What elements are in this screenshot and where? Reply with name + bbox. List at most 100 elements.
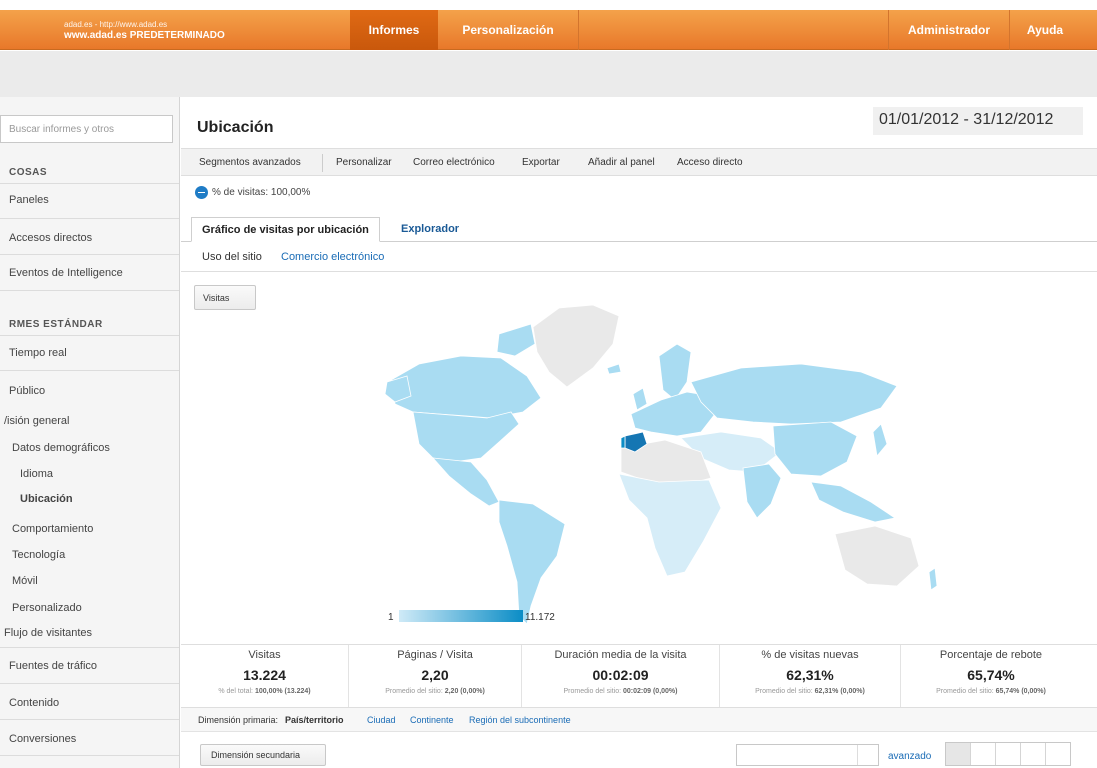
metric-duracion[interactable]: Duración media de la visita 00:02:09 Pro…	[522, 645, 720, 707]
view-data-icon[interactable]	[946, 743, 971, 765]
sidebar-item-datos-demograficos[interactable]: Datos demográficos	[0, 442, 179, 454]
sidebar-item-idioma[interactable]: Idioma	[0, 468, 179, 480]
metric-paginas-visita[interactable]: Páginas / Visita 2,20 Promedio del sitio…	[349, 645, 522, 707]
metric-value: 13.224	[243, 667, 286, 683]
email-button[interactable]: Correo electrónico	[413, 157, 495, 168]
date-range-picker[interactable]: 01/01/2012 - 31/12/2012	[873, 107, 1083, 135]
nav-personalizacion[interactable]: Personalización	[446, 10, 570, 50]
account-selector[interactable]: adad.es - http://www.adad.es www.adad.es…	[64, 20, 225, 41]
map-region-portugal[interactable]	[620, 435, 626, 449]
primary-dimension-bar: Dimensión primaria: País/territorio Ciud…	[181, 708, 1097, 732]
legend-min-label: 1	[388, 612, 394, 623]
metric-comparison: % del total: 100,00% (13.224)	[181, 688, 348, 695]
metric-comparison-value: 2,20 (0,00%)	[444, 688, 485, 695]
metric-value: 65,74%	[967, 667, 1015, 683]
secondary-bar	[0, 51, 1097, 97]
view-comparison-icon[interactable]	[1021, 743, 1046, 765]
map-region-australia[interactable]	[834, 525, 920, 587]
shortcut-button[interactable]: Acceso directo	[677, 157, 743, 168]
metric-comparison-value: 00:02:09 (0,00%)	[623, 688, 678, 695]
search-input[interactable]: Buscar informes y otros	[0, 115, 173, 143]
dimension-ciudad[interactable]: Ciudad	[367, 715, 396, 725]
map-region-japan[interactable]	[872, 423, 888, 457]
nav-divider	[578, 10, 579, 50]
nav-ayuda[interactable]: Ayuda	[1010, 10, 1080, 50]
sidebar-item-ubicacion[interactable]: Ubicación	[0, 493, 179, 505]
metric-group-tabs: Uso del sitio Comercio electrónico	[181, 242, 1097, 272]
sidebar-item-personalizado[interactable]: Personalizado	[0, 602, 179, 614]
subtab-uso[interactable]: Uso del sitio	[202, 251, 262, 263]
sidebar-item-vision-general[interactable]: /isión general	[0, 415, 179, 427]
map-region-central-africa[interactable]	[618, 473, 722, 577]
metric-value: 2,20	[421, 667, 449, 683]
legend-gradient	[399, 610, 523, 622]
section-standard: RMES ESTÁNDAR	[9, 319, 103, 330]
dimension-region[interactable]: Región del subcontinente	[469, 715, 571, 725]
add-to-dashboard-button[interactable]: Añadir al panel	[588, 157, 655, 168]
metrics-summary: Visitas 13.224 % del total: 100,00% (13.…	[181, 644, 1097, 708]
section-cosas: COSAS	[9, 167, 48, 178]
secondary-dimension-button[interactable]: Dimensión secundaria	[200, 744, 326, 766]
nav-informes[interactable]: Informes	[350, 10, 438, 50]
sidebar: Buscar informes y otros COSAS Paneles Ac…	[0, 97, 180, 768]
metric-comparison-value: 100,00% (13.224)	[254, 688, 311, 695]
map-region-new-zealand[interactable]	[928, 567, 938, 591]
sidebar-item-flujo[interactable]: Flujo de visitantes	[0, 624, 179, 648]
view-performance-icon[interactable]	[996, 743, 1021, 765]
tab-grafico[interactable]: Gráfico de visitas por ubicación	[191, 217, 380, 242]
map-region-scandinavia[interactable]	[658, 343, 692, 401]
toolbar-divider	[322, 154, 323, 172]
metric-comparison-prefix: Promedio del sitio:	[563, 688, 624, 695]
nav-administrador[interactable]: Administrador	[889, 10, 1009, 50]
segmentos-button[interactable]: Segmentos avanzados	[199, 157, 301, 168]
segment-pie-icon	[195, 186, 208, 199]
world-map[interactable]	[181, 272, 1097, 644]
sidebar-item-fuentes[interactable]: Fuentes de tráfico	[0, 648, 179, 684]
sidebar-item-conversiones[interactable]: Conversiones	[0, 720, 179, 756]
sidebar-item-contenido[interactable]: Contenido	[0, 684, 179, 720]
sidebar-item-comportamiento[interactable]: Comportamiento	[0, 523, 179, 535]
table-filter-input[interactable]	[736, 744, 879, 766]
map-region-china[interactable]	[772, 421, 858, 477]
tab-explorador[interactable]: Explorador	[391, 217, 469, 242]
table-view-toggles	[945, 742, 1071, 766]
map-region-greenland[interactable]	[532, 304, 620, 388]
sidebar-item-movil[interactable]: Móvil	[0, 575, 179, 587]
report-toolbar: Segmentos avanzados Personalizar Correo …	[181, 148, 1097, 176]
metric-visitas[interactable]: Visitas 13.224 % del total: 100,00% (13.…	[181, 645, 349, 707]
map-region-iceland[interactable]	[606, 363, 622, 375]
sidebar-item-publico[interactable]: Público	[0, 385, 179, 397]
map-region-south-america[interactable]	[498, 499, 566, 625]
metric-label: Visitas	[248, 649, 281, 661]
metric-label: Páginas / Visita	[397, 649, 473, 661]
map-region-russia[interactable]	[690, 363, 898, 425]
map-region-mexico[interactable]	[432, 457, 500, 507]
subtab-comercio[interactable]: Comercio electrónico	[281, 251, 384, 263]
dimension-continente[interactable]: Continente	[410, 715, 454, 725]
map-region-southeast-asia[interactable]	[810, 481, 897, 523]
sidebar-item-paneles[interactable]: Paneles	[0, 183, 179, 219]
view-percentage-icon[interactable]	[971, 743, 996, 765]
metric-label: % de visitas nuevas	[761, 649, 859, 661]
metric-value: 62,31%	[786, 667, 834, 683]
metric-comparison-prefix: Promedio del sitio:	[755, 688, 815, 695]
map-region-canada[interactable]	[390, 355, 542, 419]
top-bar: adad.es - http://www.adad.es www.adad.es…	[0, 10, 1097, 50]
sidebar-item-accesos[interactable]: Accesos directos	[0, 219, 179, 255]
primary-dimension-label: Dimensión primaria:	[198, 715, 279, 725]
sidebar-item-eventos[interactable]: Eventos de Intelligence	[0, 255, 179, 291]
map-region-arctic-islands[interactable]	[496, 323, 536, 357]
sidebar-item-tiempo-real[interactable]: Tiempo real	[0, 335, 179, 371]
personalizar-button[interactable]: Personalizar	[336, 157, 392, 168]
map-region-india[interactable]	[742, 463, 782, 519]
export-button[interactable]: Exportar	[522, 157, 560, 168]
metric-comparison-value: 62,31% (0,00%)	[814, 688, 865, 695]
sidebar-item-tecnologia[interactable]: Tecnología	[0, 549, 179, 561]
metric-visitas-nuevas[interactable]: % de visitas nuevas 62,31% Promedio del …	[720, 645, 901, 707]
map-region-usa[interactable]	[412, 411, 520, 463]
advanced-filter-link[interactable]: avanzado	[888, 751, 931, 762]
view-pivot-icon[interactable]	[1046, 743, 1071, 765]
dimension-pais[interactable]: País/territorio	[285, 715, 344, 725]
map-region-uk[interactable]	[632, 387, 648, 411]
metric-rebote[interactable]: Porcentaje de rebote 65,74% Promedio del…	[901, 645, 1081, 707]
